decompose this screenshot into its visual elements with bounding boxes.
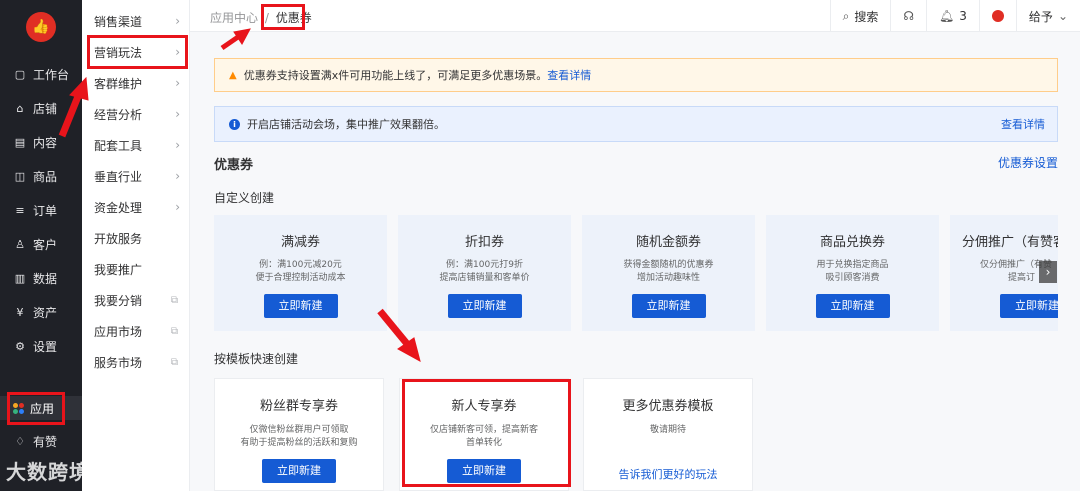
annotation-arrow-1 [58, 92, 83, 138]
watermark: 大数跨境 [6, 460, 90, 484]
annotation-arrow-2-head [233, 28, 251, 45]
annotation-arrows [58, 28, 421, 362]
annotation-arrow-3 [377, 308, 411, 348]
annotation-arrow-1-head [69, 76, 89, 101]
annotation-arrow-2 [220, 34, 240, 51]
